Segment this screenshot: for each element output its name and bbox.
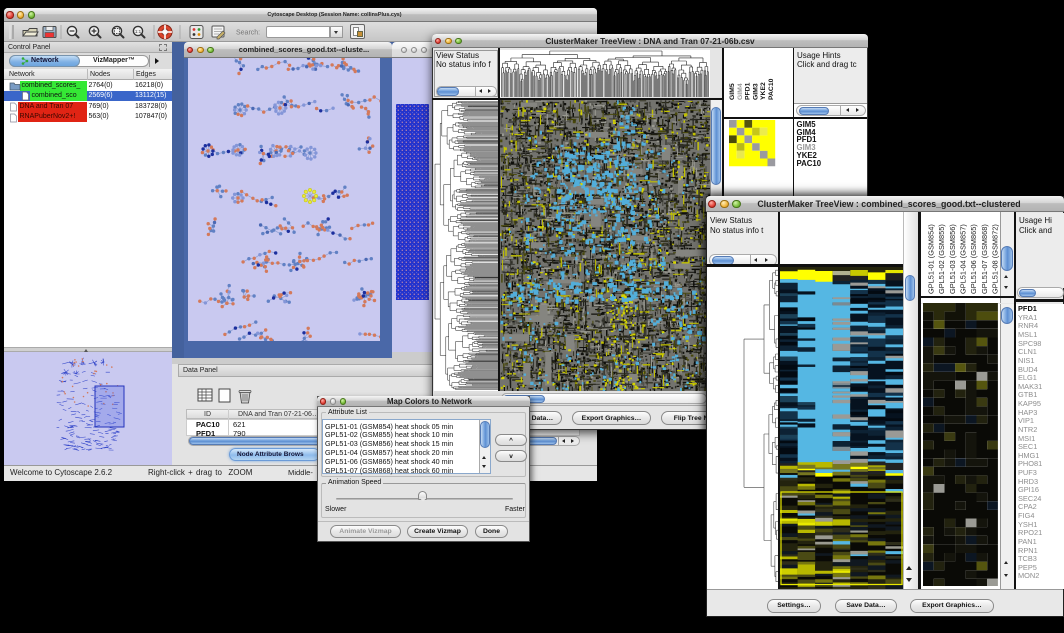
svg-text:GPL51-02 (GSM855): GPL51-02 (GSM855) — [937, 224, 946, 294]
svg-text:GPL51-08 (GSM872): GPL51-08 (GSM872) — [990, 224, 999, 294]
svg-text:1:1: 1:1 — [135, 29, 142, 34]
svg-text:GPL51-07 (GSM868): GPL51-07 (GSM868) — [980, 224, 989, 294]
svg-text:GIM4: GIM4 — [737, 83, 744, 100]
svg-text:GPL51-01 (GSM854): GPL51-01 (GSM854) — [927, 224, 936, 294]
svg-text:PAC10: PAC10 — [768, 78, 775, 100]
svg-text:GPL51-06 (GSM865): GPL51-06 (GSM865) — [969, 224, 978, 294]
svg-text:GPL51-03 (GSM856): GPL51-03 (GSM856) — [948, 224, 957, 294]
svg-text:YKE2: YKE2 — [760, 82, 767, 100]
svg-text:GIM3: GIM3 — [752, 83, 759, 100]
svg-text:GPL51-04 (GSM857): GPL51-04 (GSM857) — [958, 224, 967, 294]
svg-text:GIM5: GIM5 — [729, 83, 736, 100]
svg-text:Search:: Search: — [236, 30, 260, 37]
svg-text:PFD1: PFD1 — [745, 82, 752, 100]
